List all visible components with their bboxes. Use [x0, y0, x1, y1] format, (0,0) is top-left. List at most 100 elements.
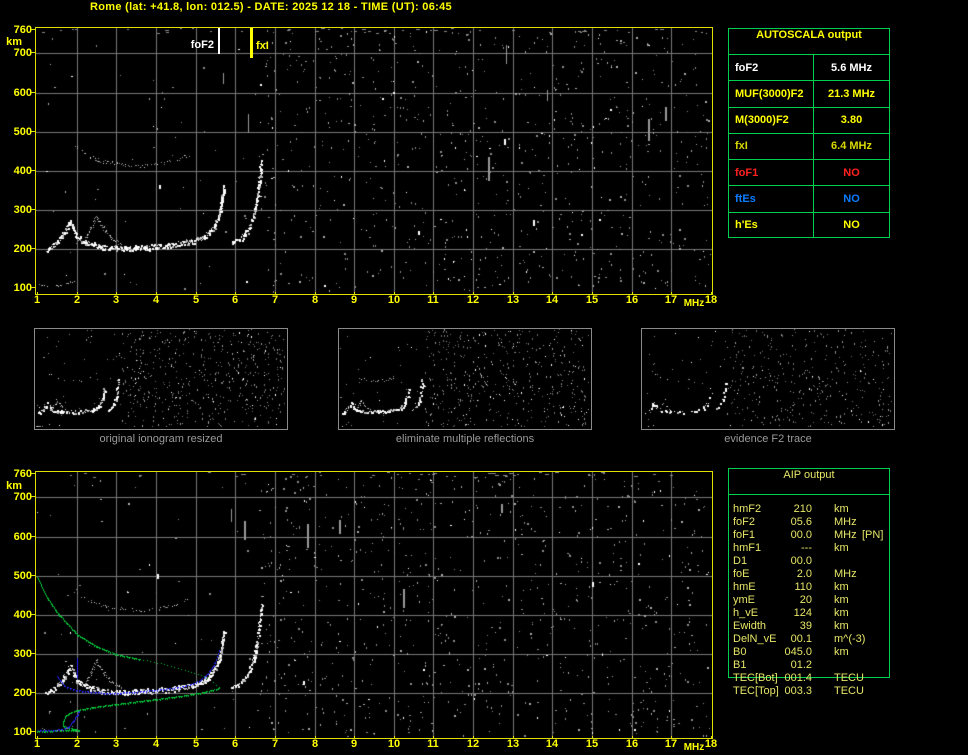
aip-row-label: DelN_vE [733, 633, 777, 645]
x-axis-tick-mark [394, 736, 395, 739]
y-axis-tick-label: 400 [13, 165, 32, 177]
x-axis-tick-mark [275, 736, 276, 739]
y-axis-tick-mark [31, 653, 35, 654]
aip-row-unit [834, 555, 862, 568]
x-axis-tick-mark [196, 292, 197, 295]
autoscala-row-value: NO [843, 166, 860, 179]
x-axis-tick-label: 12 [466, 738, 480, 750]
thumbnail-canvas [35, 329, 285, 427]
aip-row-hme: hmE 110 km [728, 581, 890, 594]
autoscala-row-muf3000f2: MUF(3000)F2 21.3 MHz [729, 80, 889, 107]
aip-row-value: 110 [794, 581, 812, 593]
x-axis-tick-label: 7 [271, 738, 279, 750]
aip-row-unit: km [834, 594, 849, 606]
x-axis-tick-mark [552, 292, 553, 295]
x-axis-tick-label: 11 [427, 294, 439, 306]
aip-row-label: h_vE [733, 607, 759, 619]
aip-row-label: hmE [733, 581, 756, 593]
x-axis-tick-mark [632, 292, 633, 295]
y-axis-tick-label: 100 [13, 726, 32, 738]
x-axis-tick-mark [315, 736, 316, 739]
aip-row-label: foF2 [733, 516, 756, 528]
x-axis-tick-label: 8 [311, 738, 319, 750]
aip-row-unit: TECU [834, 685, 864, 697]
x-axis-tick-label: 9 [350, 738, 358, 750]
aip-row-extra [862, 672, 890, 685]
x-axis-tick-mark [513, 736, 514, 739]
x-axis-tick-label: 15 [585, 294, 599, 306]
autoscala-row-value: 6.4 MHz [831, 140, 872, 153]
y-axis-tick-mark [31, 92, 35, 93]
autoscala-row-fxi: fxI 6.4 MHz [729, 132, 889, 160]
autoscala-row-label: M(3000)F2 [729, 107, 814, 133]
ionogram-canvas-bottom [36, 472, 712, 738]
y-axis-tick-mark [31, 209, 35, 210]
aip-row-value: 210 [793, 503, 812, 515]
x-axis-tick-label: 14 [545, 294, 559, 306]
y-axis-tick-label: 700 [13, 47, 32, 59]
aip-row-unit: km [834, 503, 849, 515]
y-axis-tick-mark [31, 29, 35, 30]
aip-row-extra [862, 516, 890, 529]
y-axis-tick-label: 300 [13, 204, 32, 216]
y-axis-tick-label: 600 [13, 531, 32, 543]
page-title: Rome (lat: +41.8, lon: 012.5) - DATE: 20… [90, 1, 452, 13]
autoscala-row-hes: h'Es NO [729, 211, 889, 238]
autoscala-app-window: Rome (lat: +41.8, lon: 012.5) - DATE: 20… [0, 0, 968, 755]
thumbnail-eliminate-multiple-reflections [338, 328, 592, 430]
thumbnail-evidence-F2-trace [641, 328, 895, 430]
aip-row-fof1: foF1 00.0 MHz [PN] [728, 529, 890, 542]
aip-row-unit: km [834, 542, 849, 554]
aip-row-label: B0 [733, 646, 747, 658]
x-axis-tick-label: 10 [387, 294, 401, 306]
x-axis-tick-mark [394, 292, 395, 295]
aip-row-unit: MHz [834, 516, 857, 528]
x-axis-tick-mark [711, 736, 712, 739]
aip-row-extra [862, 555, 890, 568]
aip-row-d1: D1 00.0 [728, 555, 890, 568]
aip-row-unit: m^(-3) [834, 633, 866, 645]
x-axis-tick-mark [592, 292, 593, 295]
x-axis-unit-label: MHz [683, 742, 705, 753]
aip-row-extra [862, 594, 890, 607]
x-axis-tick-mark [235, 736, 236, 739]
aip-row-value: 05.6 [790, 516, 812, 528]
x-axis-tick-mark [592, 736, 593, 739]
aip-row-value: --- [801, 542, 812, 554]
y-axis-tick-mark [31, 473, 35, 474]
x-axis-tick-mark [671, 292, 672, 295]
autoscala-row-value: NO [843, 192, 860, 205]
aip-row-extra [862, 542, 890, 555]
aip-row-yme: ymE 20 km [728, 594, 890, 607]
y-axis-tick-mark [31, 575, 35, 576]
aip-row-unit [834, 659, 862, 672]
y-axis-tick-label: 300 [13, 648, 32, 660]
ionogram-plot-scaled: foF2 fxI [35, 27, 713, 295]
x-axis-tick-mark [354, 736, 355, 739]
y-axis-tick-label: 200 [13, 243, 32, 255]
aip-row-b1: B1 01.2 [728, 659, 890, 672]
autoscala-row-ftes: ftEs NO [729, 185, 889, 212]
aip-row-unit: km [834, 581, 849, 593]
x-axis-tick-mark [513, 292, 514, 295]
autoscala-table-rows: foF2 5.6 MHz MUF(3000)F2 21.3 MHz M(3000)F2 3… [729, 55, 889, 238]
x-axis-tick-label: 2 [73, 738, 81, 750]
x-axis-tick-label: 5 [192, 294, 200, 306]
aip-row-unit: TECU [834, 672, 864, 684]
x-axis-tick-label: 7 [271, 294, 279, 306]
autoscala-row-value: 3.80 [840, 114, 863, 127]
aip-row-extra: [PN] [862, 529, 884, 541]
y-axis-tick-mark [31, 692, 35, 693]
aip-row-label: Ewidth [733, 620, 767, 632]
ionogram-canvas-top [36, 28, 712, 294]
aip-row-label: TEC[Top] [733, 685, 779, 697]
aip-row-extra [862, 620, 890, 633]
x-axis-tick-label: 4 [152, 294, 160, 306]
aip-row-value: 001.4 [784, 672, 812, 684]
x-axis-tick-mark [116, 292, 117, 295]
y-axis-tick-label: 400 [13, 609, 32, 621]
aip-row-delnve: DelN_vE 00.1 m^(-3) [728, 633, 890, 646]
x-axis-tick-label: 8 [311, 294, 319, 306]
x-axis-tick-label: 13 [506, 294, 520, 306]
aip-row-extra [862, 659, 890, 672]
